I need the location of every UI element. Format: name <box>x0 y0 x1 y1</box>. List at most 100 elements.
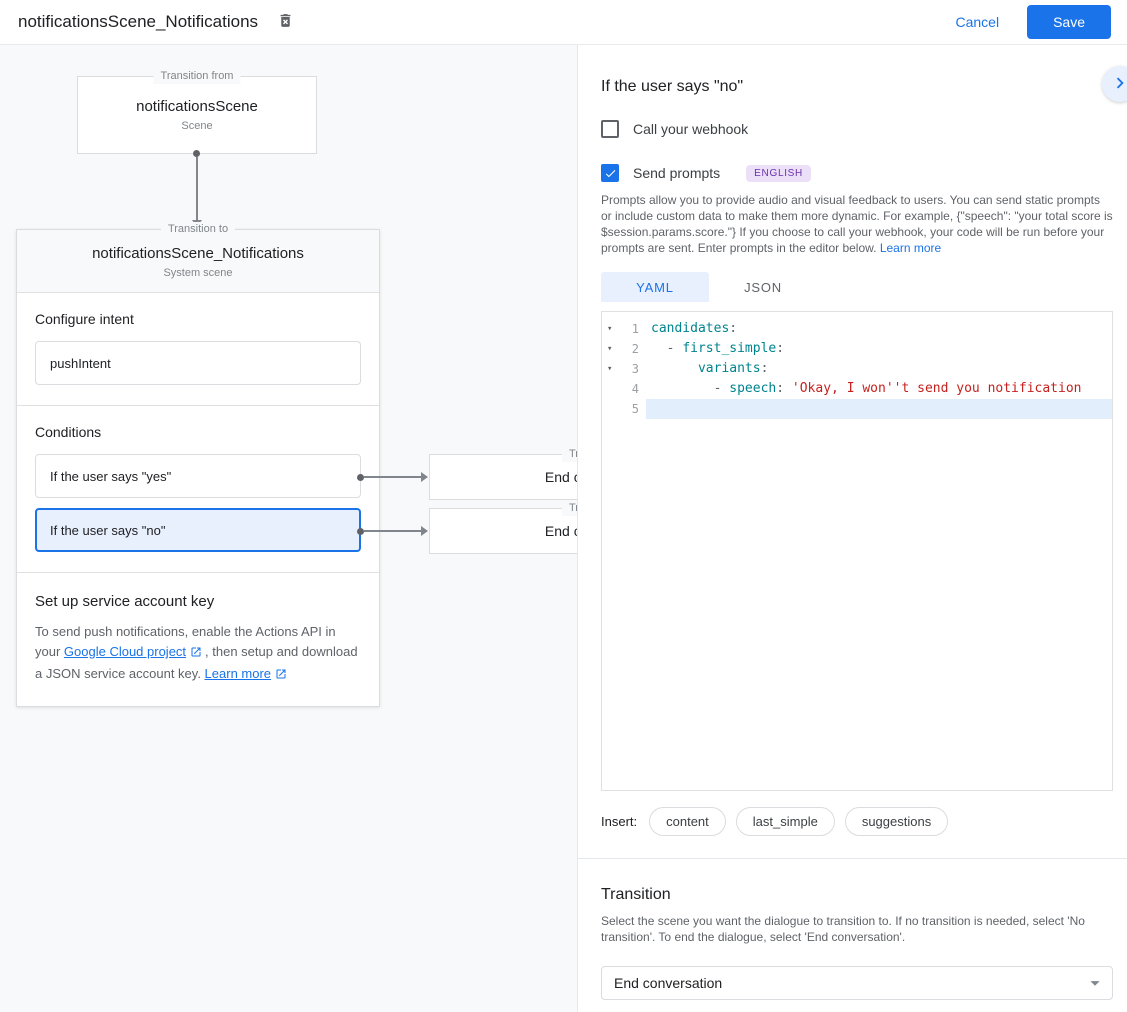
external-link-icon <box>190 644 202 664</box>
insert-label: Insert: <box>601 814 637 829</box>
condition-editor-panel: If the user says "no" Call your webhook … <box>578 45 1127 1012</box>
conditions-label: Conditions <box>35 424 361 440</box>
code-lines: ▾1candidates:▾2 - first_simple:▾3 varian… <box>602 319 1112 419</box>
fold-toggle-icon[interactable]: ▾ <box>607 359 612 379</box>
line-gutter: ▾1 <box>602 319 646 339</box>
service-account-text: To send push notifications, enable the A… <box>35 622 361 686</box>
delete-scene-button[interactable] <box>274 8 297 36</box>
code-token: speech <box>729 381 776 396</box>
code-text: - first_simple: <box>646 339 1112 359</box>
save-button[interactable]: Save <box>1027 5 1111 39</box>
scene-node-title: notificationsScene_Notifications <box>27 245 369 262</box>
tab-json[interactable]: JSON <box>709 272 817 302</box>
insert-pill-last_simple[interactable]: last_simple <box>736 807 835 836</box>
insert-pill-content[interactable]: content <box>649 807 726 836</box>
scene-node-header: notificationsScene_Notifications System … <box>17 230 379 293</box>
service-account-title: Set up service account key <box>35 593 361 610</box>
code-token: - <box>651 381 729 396</box>
service-account-section: Set up service account key To send push … <box>17 572 379 706</box>
line-number: 1 <box>632 319 639 339</box>
call-webhook-label: Call your webhook <box>633 121 748 137</box>
code-token: : <box>729 321 737 336</box>
fold-toggle-icon[interactable]: ▾ <box>607 319 612 339</box>
condition-item-selected[interactable]: If the user says "no" <box>35 508 361 552</box>
code-text: - speech: 'Okay, I won''t send you notif… <box>646 379 1112 399</box>
conditions-section: Conditions If the user says "yes"If the … <box>17 405 379 572</box>
panel-inner: If the user says "no" Call your webhook … <box>578 45 1127 1000</box>
node-border-label: Transition to <box>562 501 578 516</box>
google-cloud-project-link[interactable]: Google Cloud project <box>64 644 186 659</box>
transition-selected-value: End conversation <box>614 975 722 991</box>
code-token: variants <box>698 361 761 376</box>
panel-divider <box>578 858 1127 859</box>
code-token: - <box>651 341 682 356</box>
dropdown-arrow-icon <box>1084 972 1106 994</box>
code-line[interactable]: 4 - speech: 'Okay, I won''t send you not… <box>602 379 1112 399</box>
send-prompts-label: Send prompts <box>633 165 720 181</box>
connector-arrowhead-icon <box>421 472 428 482</box>
connector-line <box>364 530 421 532</box>
connector-arrowhead-icon <box>421 526 428 536</box>
node-title: End conversation <box>545 469 578 485</box>
conditions-list: If the user says "yes" If the user says "… <box>35 454 361 552</box>
line-gutter: ▾2 <box>602 339 646 359</box>
code-token <box>651 361 698 376</box>
line-number: 3 <box>632 359 639 379</box>
node-border-label: Transition to <box>562 447 578 462</box>
line-gutter: 5 <box>602 399 646 419</box>
code-line[interactable]: ▾1candidates: <box>602 319 1112 339</box>
insert-pill-suggestions[interactable]: suggestions <box>845 807 948 836</box>
send-prompts-row: Send prompts ENGLISH <box>601 164 1113 182</box>
transition-title: Transition <box>601 886 1113 904</box>
node-end-conversation[interactable]: Transition to End conversation <box>429 508 578 554</box>
send-prompts-checkbox[interactable] <box>601 164 619 182</box>
prompts-description-text: Prompts allow you to provide audio and v… <box>601 193 1113 255</box>
trash-icon <box>277 11 294 33</box>
tab-yaml[interactable]: YAML <box>601 272 709 302</box>
line-number: 5 <box>632 399 639 419</box>
transition-select[interactable]: End conversation <box>601 966 1113 1000</box>
connector-line <box>364 476 421 478</box>
code-line[interactable]: ▾2 - first_simple: <box>602 339 1112 359</box>
node-subtitle: Scene <box>78 120 316 132</box>
cancel-button[interactable]: Cancel <box>955 14 999 30</box>
line-gutter: 4 <box>602 379 646 399</box>
code-token: 'Okay, I won''t send you notification <box>792 381 1082 396</box>
code-line[interactable]: 5 <box>602 399 1112 419</box>
learn-more-link[interactable]: Learn more <box>205 666 271 681</box>
configure-intent-section: Configure intent pushIntent <box>17 293 379 405</box>
content-split: Transition from notificationsScene Scene… <box>0 45 1127 1012</box>
learn-more-link[interactable]: Learn more <box>880 241 941 255</box>
panel-title: If the user says "no" <box>601 76 1113 98</box>
code-token: candidates <box>651 321 729 336</box>
transition-description: Select the scene you want the dialogue t… <box>601 913 1113 945</box>
node-title: End conversation <box>545 523 578 539</box>
code-text <box>646 399 1112 419</box>
call-webhook-checkbox[interactable] <box>601 120 619 138</box>
line-number: 4 <box>632 379 639 399</box>
scene-diagram-canvas[interactable]: Transition from notificationsScene Scene… <box>0 45 578 1012</box>
chevron-right-icon <box>1109 72 1127 97</box>
language-badge: ENGLISH <box>746 165 811 182</box>
insert-pills: content last_simple suggestions <box>649 807 948 836</box>
prompt-code-editor[interactable]: ▾1candidates:▾2 - first_simple:▾3 varian… <box>601 311 1113 791</box>
node-transition-from[interactable]: Transition from notificationsScene Scene <box>77 76 317 154</box>
intent-item[interactable]: pushIntent <box>35 341 361 385</box>
configure-intent-label: Configure intent <box>35 311 361 327</box>
fold-toggle-icon[interactable]: ▾ <box>607 339 612 359</box>
code-text: candidates: <box>646 319 1112 339</box>
webhook-row: Call your webhook <box>601 120 1113 138</box>
line-gutter: ▾3 <box>602 359 646 379</box>
topbar-left: notificationsScene_Notifications <box>18 8 297 36</box>
condition-item[interactable]: If the user says "yes" <box>35 454 361 498</box>
external-link-icon <box>275 666 287 686</box>
connector-origin-dot <box>357 474 364 481</box>
scene-node-subtitle: System scene <box>27 267 369 279</box>
topbar: notificationsScene_Notifications Cancel … <box>0 0 1127 45</box>
node-border-label: Transition to <box>161 222 235 237</box>
code-line[interactable]: ▾3 variants: <box>602 359 1112 379</box>
code-text: variants: <box>646 359 1112 379</box>
node-end-conversation[interactable]: Transition to End conversation <box>429 454 578 500</box>
code-token: : <box>776 381 792 396</box>
prompts-description: Prompts allow you to provide audio and v… <box>601 192 1113 256</box>
